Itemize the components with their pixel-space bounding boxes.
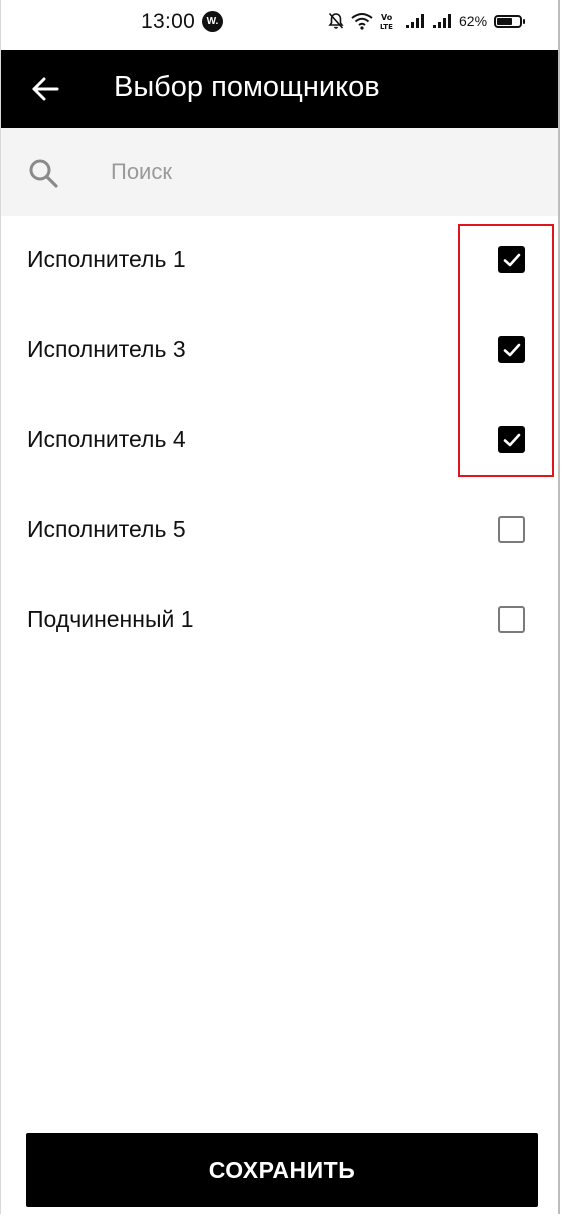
checkmark-icon [503,253,521,267]
checkmark-icon [503,433,521,447]
checkbox[interactable] [498,426,525,453]
search-input[interactable] [111,154,511,190]
checkbox[interactable] [498,246,525,273]
search-bar [1,128,558,216]
list-item-label: Исполнитель 4 [27,426,186,452]
screen: 13:00 W. Vo LTE 62% Выбор помощников Пои… [0,0,560,1214]
list-item[interactable]: Исполнитель 5 [1,486,558,576]
notification-app-icon: W. [202,11,223,32]
list-item-label: Подчиненный 1 [27,606,194,632]
signal-icon [406,14,424,28]
checkbox[interactable] [498,336,525,363]
checkbox[interactable] [498,516,525,543]
battery-percent: 62% [459,13,488,29]
volte-icon: Vo LTE [380,13,393,30]
arrow-left-icon [32,77,59,101]
mute-icon [328,12,344,29]
back-button[interactable] [23,67,67,111]
list-item[interactable]: Исполнитель 1 [1,216,558,306]
list-item[interactable]: Исполнитель 3 [1,306,558,396]
page-title: Выбор помощников [114,71,380,103]
svg-text:Vo: Vo [381,13,393,22]
list-item[interactable]: Исполнитель 4 [1,396,558,486]
battery-icon [494,14,526,28]
status-bar: 13:00 W. Vo LTE 62% [1,0,558,50]
signal-icon [433,14,451,28]
list-item-label: Исполнитель 3 [27,336,186,362]
checkmark-icon [503,343,521,357]
checkbox[interactable] [498,606,525,633]
status-icons: Vo LTE 62% [328,10,526,32]
app-bar: Выбор помощников [1,50,558,128]
status-time: 13:00 [141,10,196,33]
svg-text:LTE: LTE [380,23,393,30]
list-item-label: Исполнитель 1 [27,246,186,272]
wifi-icon [351,13,373,30]
list-item[interactable]: Подчиненный 1 [1,576,558,666]
search-icon[interactable] [27,157,59,189]
list-item-label: Исполнитель 5 [27,516,186,542]
save-button[interactable]: СОХРАНИТЬ [26,1133,538,1207]
assistant-list: Исполнитель 1 Исполнитель 3 Исполнитель … [1,216,558,666]
